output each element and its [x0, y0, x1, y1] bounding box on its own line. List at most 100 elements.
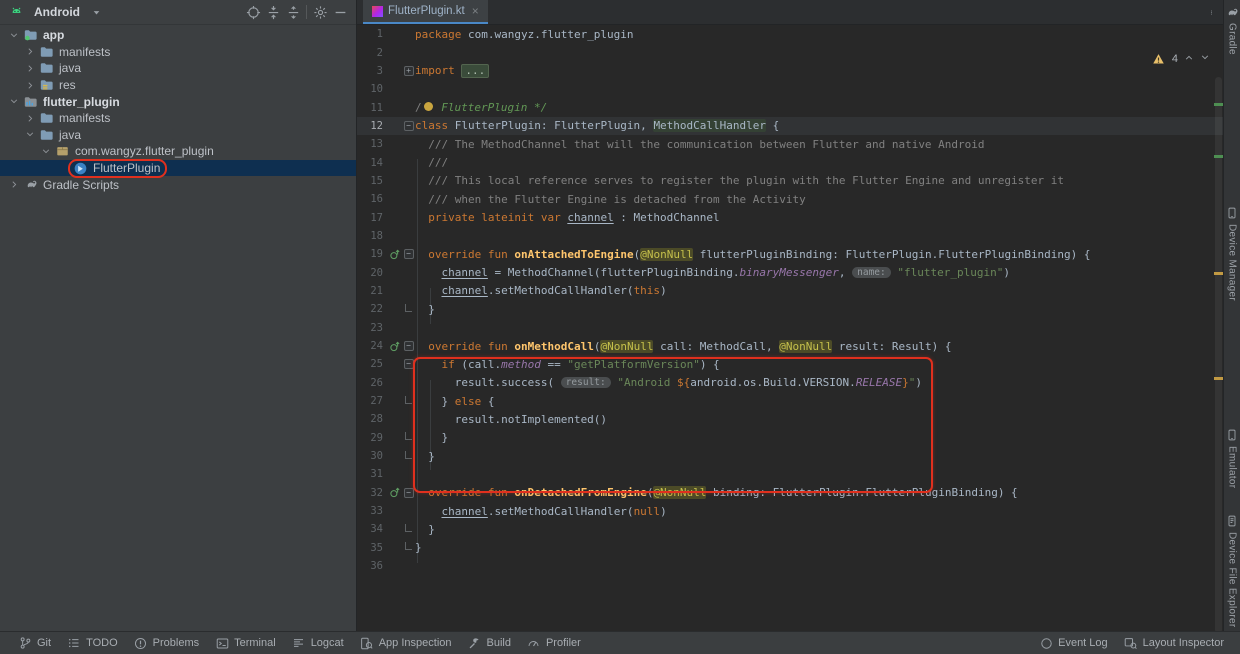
- chevron-down-icon[interactable]: [22, 127, 38, 143]
- collapse-all-icon[interactable]: [283, 3, 303, 21]
- fold-collapse-icon[interactable]: −: [402, 341, 415, 352]
- statusbar-terminal[interactable]: Terminal: [215, 636, 276, 650]
- fold-expand-icon[interactable]: +: [402, 65, 415, 76]
- chevron-down-icon[interactable]: [6, 94, 22, 110]
- locate-icon[interactable]: [243, 3, 263, 21]
- code-line-34[interactable]: 34 }: [357, 520, 1224, 538]
- tree-item-manifests[interactable]: manifests: [0, 44, 356, 61]
- expand-all-icon[interactable]: [263, 3, 283, 21]
- fold-end-icon[interactable]: [402, 542, 415, 551]
- code-line-19[interactable]: 19 − override fun onAttachedToEngine(@Non…: [357, 245, 1224, 263]
- fold-collapse-icon[interactable]: −: [402, 120, 415, 131]
- statusbar-todo[interactable]: TODO: [67, 636, 118, 650]
- code-line-13[interactable]: 13 /// The MethodChannel that will the c…: [357, 135, 1224, 153]
- fold-end-icon[interactable]: [402, 523, 415, 532]
- editor-options-kebab-icon[interactable]: [1204, 4, 1218, 20]
- code-line-2[interactable]: 2: [357, 43, 1224, 61]
- chevron-right-icon[interactable]: [22, 110, 38, 126]
- tree-item-flutter-plugin[interactable]: flutter_plugin: [0, 93, 356, 110]
- code-text: /// The MethodChannel that will the comm…: [415, 137, 985, 151]
- tree-item-app[interactable]: app: [0, 27, 356, 44]
- tree-item-flutterplugin[interactable]: FlutterPlugin: [0, 158, 356, 178]
- project-view-selector[interactable]: Android: [34, 5, 80, 19]
- tree-item-java[interactable]: java: [0, 127, 356, 144]
- statusbar-logcat[interactable]: Logcat: [292, 636, 344, 650]
- code-line-20[interactable]: 20 channel = MethodChannel(flutterPlugin…: [357, 263, 1224, 281]
- close-icon[interactable]: ×: [472, 4, 479, 18]
- build-icon: [468, 636, 482, 650]
- code-line-18[interactable]: 18: [357, 227, 1224, 245]
- code-line-26[interactable]: 26 result.success( result: "Android ${an…: [357, 374, 1224, 392]
- code-line-36[interactable]: 36: [357, 557, 1224, 575]
- statusbar-app-inspection[interactable]: App Inspection: [360, 636, 452, 650]
- override-method-icon[interactable]: [388, 248, 402, 261]
- inspection-widget[interactable]: 4: [1152, 52, 1210, 66]
- tree-item-com-wangyz-flutter-plugin[interactable]: com.wangyz.flutter_plugin: [0, 143, 356, 160]
- tree-item-gradle-scripts[interactable]: Gradle Scripts: [0, 176, 356, 193]
- hide-panel-icon[interactable]: [330, 3, 350, 21]
- statusbar-git[interactable]: Git: [18, 636, 51, 650]
- tool-window-label: Emulator: [1226, 446, 1238, 489]
- fold-end-icon[interactable]: [402, 395, 415, 404]
- code-line-12[interactable]: 12 − class FlutterPlugin: FlutterPlugin, M…: [357, 116, 1224, 136]
- chevron-down-icon[interactable]: [38, 143, 54, 159]
- code-line-1[interactable]: 1 package com.wangyz.flutter_plugin: [357, 25, 1224, 43]
- statusbar-build[interactable]: Build: [468, 636, 511, 650]
- code-text: /// This local reference serves to regis…: [415, 174, 1065, 188]
- settings-icon[interactable]: [310, 3, 330, 21]
- code-line-14[interactable]: 14 ///: [357, 153, 1224, 171]
- fold-collapse-icon[interactable]: −: [402, 487, 415, 498]
- dropdown-arrow-icon[interactable]: [86, 3, 106, 21]
- statusbar-problems[interactable]: Problems: [134, 636, 199, 650]
- code-line-15[interactable]: 15 /// This local reference serves to re…: [357, 172, 1224, 190]
- code-line-29[interactable]: 29 }: [357, 429, 1224, 447]
- code-line-3[interactable]: 3 + import ...: [357, 62, 1224, 80]
- tool-window-button-device-manager[interactable]: Device Manager: [1224, 206, 1240, 301]
- code-line-17[interactable]: 17 private lateinit var channel : Method…: [357, 208, 1224, 226]
- fold-collapse-icon[interactable]: −: [402, 359, 415, 370]
- tree-item-label: manifests: [59, 44, 111, 59]
- tab-flutterplugin-kt[interactable]: FlutterPlugin.kt ×: [363, 0, 488, 24]
- chevron-down-icon[interactable]: [6, 27, 22, 43]
- code-line-31[interactable]: 31: [357, 465, 1224, 483]
- chevron-right-icon[interactable]: [22, 44, 38, 60]
- code-line-16[interactable]: 16 /// when the Flutter Engine is detach…: [357, 190, 1224, 208]
- code-line-33[interactable]: 33 channel.setMethodCallHandler(null): [357, 502, 1224, 520]
- chevron-right-icon[interactable]: [6, 177, 22, 193]
- tool-window-button-gradle[interactable]: Gradle: [1224, 5, 1240, 55]
- prev-warning-chevron-icon[interactable]: [1184, 53, 1194, 65]
- code-line-32[interactable]: 32 − override fun onDetachedFromEngine(@N…: [357, 484, 1224, 502]
- override-method-icon[interactable]: [388, 340, 402, 353]
- fold-collapse-icon[interactable]: −: [402, 249, 415, 260]
- fold-end-icon[interactable]: [402, 303, 415, 312]
- code-line-22[interactable]: 22 }: [357, 300, 1224, 318]
- code-line-23[interactable]: 23: [357, 319, 1224, 337]
- tool-window-button-emulator[interactable]: Emulator: [1224, 428, 1240, 488]
- code-line-11[interactable]: 11 /* FlutterPlugin */: [357, 98, 1224, 116]
- code-editor[interactable]: 1 package com.wangyz.flutter_plugin 2 3 + imp…: [357, 25, 1224, 633]
- code-line-25[interactable]: 25 − if (call.method == "getPlatformVersi…: [357, 355, 1224, 373]
- statusbar-profiler[interactable]: Profiler: [527, 636, 581, 650]
- code-line-28[interactable]: 28 result.notImplemented(): [357, 410, 1224, 428]
- tree-item-res[interactable]: res: [0, 77, 356, 94]
- code-line-21[interactable]: 21 channel.setMethodCallHandler(this): [357, 282, 1224, 300]
- fold-end-icon[interactable]: [402, 450, 415, 459]
- override-method-icon[interactable]: [388, 486, 402, 499]
- statusbar-event-log[interactable]: Event Log: [1039, 636, 1108, 650]
- scrollbar-thumb[interactable]: [1215, 77, 1222, 633]
- code-line-30[interactable]: 30 }: [357, 447, 1224, 465]
- fold-end-icon[interactable]: [402, 432, 415, 441]
- chevron-right-icon[interactable]: [22, 60, 38, 76]
- tree-item-manifests[interactable]: manifests: [0, 110, 356, 127]
- statusbar-layout-inspector[interactable]: Layout Inspector: [1124, 636, 1224, 650]
- code-line-24[interactable]: 24 − override fun onMethodCall(@NonNull c…: [357, 337, 1224, 355]
- code-line-35[interactable]: 35}: [357, 539, 1224, 557]
- statusbar-label: Build: [486, 637, 511, 649]
- code-line-27[interactable]: 27 } else {: [357, 392, 1224, 410]
- code-line-10[interactable]: 10: [357, 80, 1224, 98]
- next-warning-chevron-icon[interactable]: [1200, 53, 1210, 65]
- tree-item-java[interactable]: java: [0, 60, 356, 77]
- tool-window-button-device-file-explorer[interactable]: Device File Explorer: [1224, 514, 1240, 627]
- code-text: result.success( result: "Android ${andro…: [415, 376, 923, 390]
- chevron-right-icon[interactable]: [22, 77, 38, 93]
